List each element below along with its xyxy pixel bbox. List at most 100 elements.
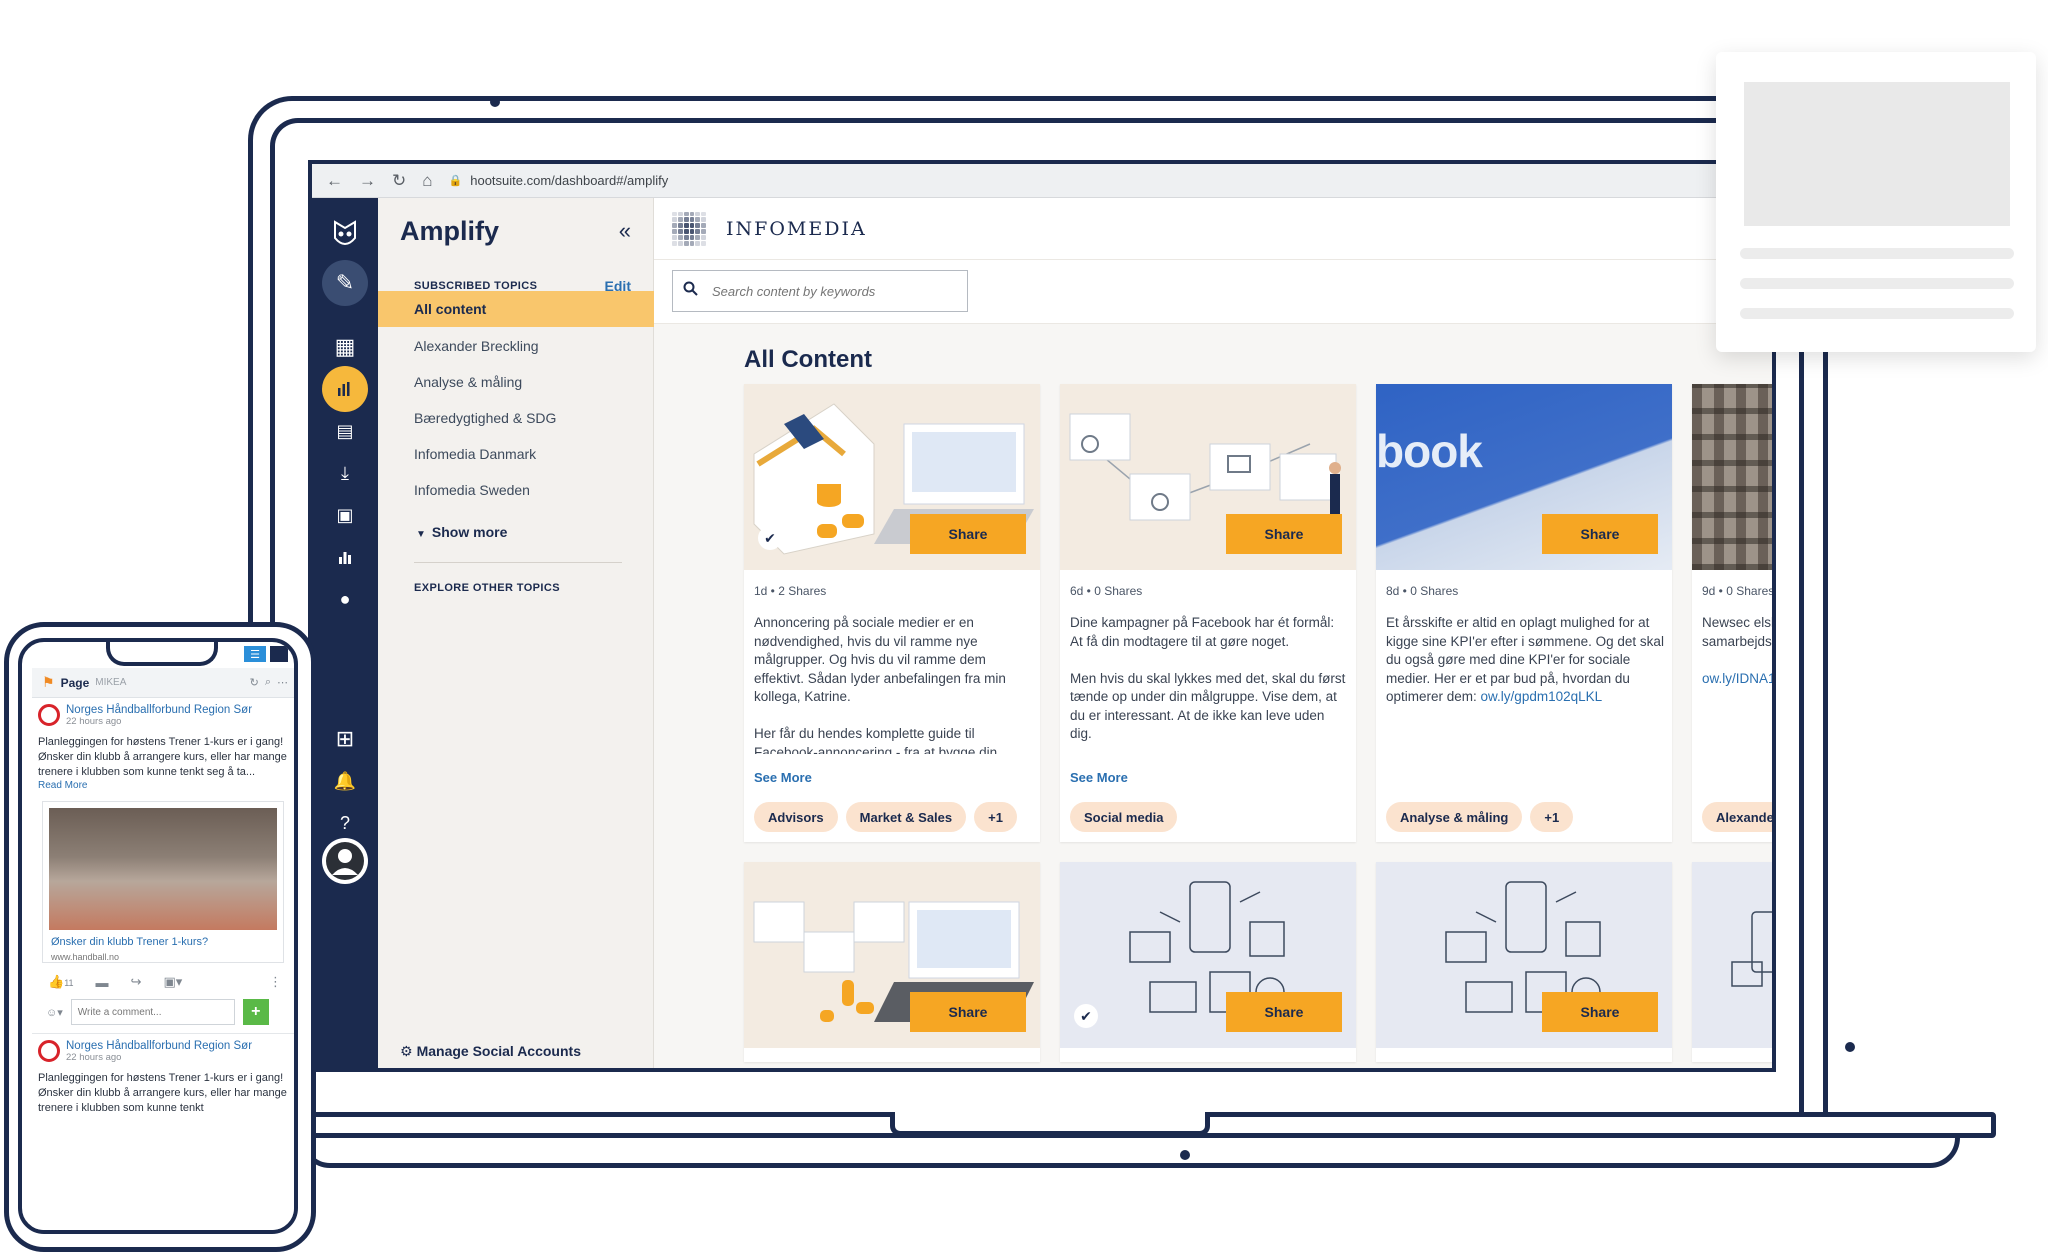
schedule-icon[interactable]: ▣▾ [163,974,182,990]
page-title: All Content [744,346,872,373]
placeholder-card [1716,52,2036,352]
more-icon[interactable]: ⋮ [269,974,282,990]
share-button[interactable]: Share [910,992,1026,1032]
post-author[interactable]: Norges Håndballforbund Region Sør [66,1040,252,1052]
read-more-link[interactable]: Read More [38,780,288,791]
owl-logo-icon[interactable] [322,212,368,258]
sidebar-item-topic[interactable]: Bæredygtighed & SDG [378,400,654,436]
card-tags: Alexander [1702,802,1772,832]
card-body: Dine kampagner på Facebook har ét formål… [1070,615,1346,741]
stream-tab-icon[interactable]: ☰ [244,646,266,662]
post-author[interactable]: Norges Håndballforbund Region Sør [66,704,252,716]
placeholder-line [1740,248,2014,259]
collapse-sidebar-icon[interactable]: « [619,218,631,244]
see-more-link[interactable]: See More [1070,770,1128,785]
topic-tag[interactable]: +1 [1530,802,1574,832]
share-button[interactable]: Share [1542,514,1658,554]
compose-icon[interactable]: ✎ [322,260,368,306]
home-icon[interactable]: ⌂ [422,171,432,191]
topic-tag[interactable]: Social media [1070,802,1178,832]
share-icon[interactable]: ↪ [131,974,142,990]
topic-tag[interactable]: +1 [974,802,1017,832]
location-icon[interactable]: ● [322,576,368,622]
add-comment-button[interactable]: + [242,999,269,1025]
post-time: 22 hours ago [66,1052,122,1063]
account-selector-icon[interactable]: ☺▾ [46,1006,63,1019]
placeholder-image [1744,82,2010,226]
more-icon[interactable]: ⋯ [277,676,288,689]
manage-social-accounts-button[interactable]: ⚙ Manage Social Accounts [400,1043,581,1060]
analytics-icon[interactable] [322,534,368,580]
content-card[interactable]: ✔ Share 1d • 2 Shares Annoncering på soc… [744,384,1040,842]
calendar-icon[interactable]: ▤ [322,408,368,454]
see-more-link[interactable]: See More [754,770,812,785]
logo-dot [683,228,689,234]
content-area: INFOMEDIA All Content [654,198,1772,1068]
inbox-icon[interactable]: ⤓ [322,450,368,496]
topic-tag[interactable]: Analyse & måling [1386,802,1523,832]
logo-dot [695,228,701,234]
content-card[interactable]: Share 6d • 0 Shares Dine kampagner på Fa… [1060,384,1356,842]
content-card[interactable]: book Share 8d • 0 Shares Et årsskifte er… [1376,384,1672,842]
sidebar-item-all-content[interactable]: All content [378,291,654,327]
reload-icon[interactable]: ↻ [392,171,406,191]
comment-input[interactable]: Write a comment... [70,999,235,1025]
divider [414,562,622,563]
like-button[interactable]: 👍11 [48,974,74,990]
content-card[interactable]: 9d • 0 Shares Newsec elsker bidrage til … [1692,384,1772,842]
content-card[interactable]: ✔ Share [1060,862,1356,1062]
content-card[interactable]: Share [1376,862,1672,1062]
avatar[interactable] [322,838,368,884]
content-card[interactable]: Share [744,862,1040,1062]
content-card[interactable] [1692,862,1772,1062]
logo-dot [672,240,677,246]
logo-dot [677,217,683,223]
card-thumbnail: book Share [1376,384,1672,570]
bell-icon[interactable]: 🔔 [322,758,368,804]
show-more-button[interactable]: ▼ Show more [416,524,507,540]
share-button[interactable]: Share [1226,992,1342,1032]
card-link[interactable]: ow.ly/IDNA10 [1702,671,1772,686]
handball-logo-icon [38,1040,60,1062]
card-tags: Social media [1070,802,1178,832]
phone-feed: ⚑ Page MIKEA ↻ ⌕ ⋯ Norges Håndballforbun… [32,668,294,1230]
phone-notch [106,642,218,666]
share-button[interactable]: Share [1542,992,1658,1032]
sidebar-item-topic[interactable]: Alexander Breckling [378,328,654,364]
address-bar[interactable]: hootsuite.com/dashboard#/amplify [470,173,668,188]
sidebar-item-topic[interactable]: Infomedia Danmark [378,436,654,472]
streams-icon[interactable]: ▦ [322,324,368,370]
amplify-icon[interactable] [322,366,368,412]
card-thumbnail [1692,862,1772,1048]
caret-down-icon: ▼ [416,529,426,540]
link-title[interactable]: Ønsker din klubb Trener 1-kurs? [51,936,208,948]
search-input[interactable] [710,282,940,300]
topic-tag[interactable]: Alexander [1702,802,1772,832]
logo-dot [677,223,683,228]
link-preview[interactable]: Ønsker din klubb Trener 1-kurs? www.hand… [42,801,284,963]
comment-icon[interactable]: ▬ [96,975,109,990]
logo-dot [701,234,706,240]
topic-tag[interactable]: Market & Sales [845,802,967,832]
share-button[interactable]: Share [1226,514,1342,554]
back-arrow-icon[interactable]: ← [326,171,343,191]
logo-dot [677,228,683,234]
logo-dot [689,234,695,240]
sidebar-item-topic[interactable]: Infomedia Sweden [378,472,654,508]
assignments-icon[interactable]: ▣ [322,492,368,538]
frame-dot [1180,1150,1190,1160]
card-link[interactable]: ow.ly/gpdm102qLKL [1481,689,1603,704]
apps-icon[interactable]: ⊞ [322,716,368,762]
forward-arrow-icon[interactable]: → [359,171,376,191]
show-more-label: Show more [431,524,508,540]
card-meta: 1d • 2 Shares [754,584,827,598]
search-box[interactable] [672,270,968,312]
share-button[interactable]: Share [910,514,1026,554]
search-icon[interactable]: ⌕ [265,676,271,689]
refresh-icon[interactable]: ↻ [250,676,259,689]
topic-tag[interactable]: Advisors [754,802,838,832]
card-thumbnail: Share [1060,384,1356,570]
grid-tab-icon[interactable] [270,646,288,662]
explore-topics-link[interactable]: EXPLORE OTHER TOPICS [414,582,560,594]
sidebar-item-topic[interactable]: Analyse & måling [378,364,654,400]
